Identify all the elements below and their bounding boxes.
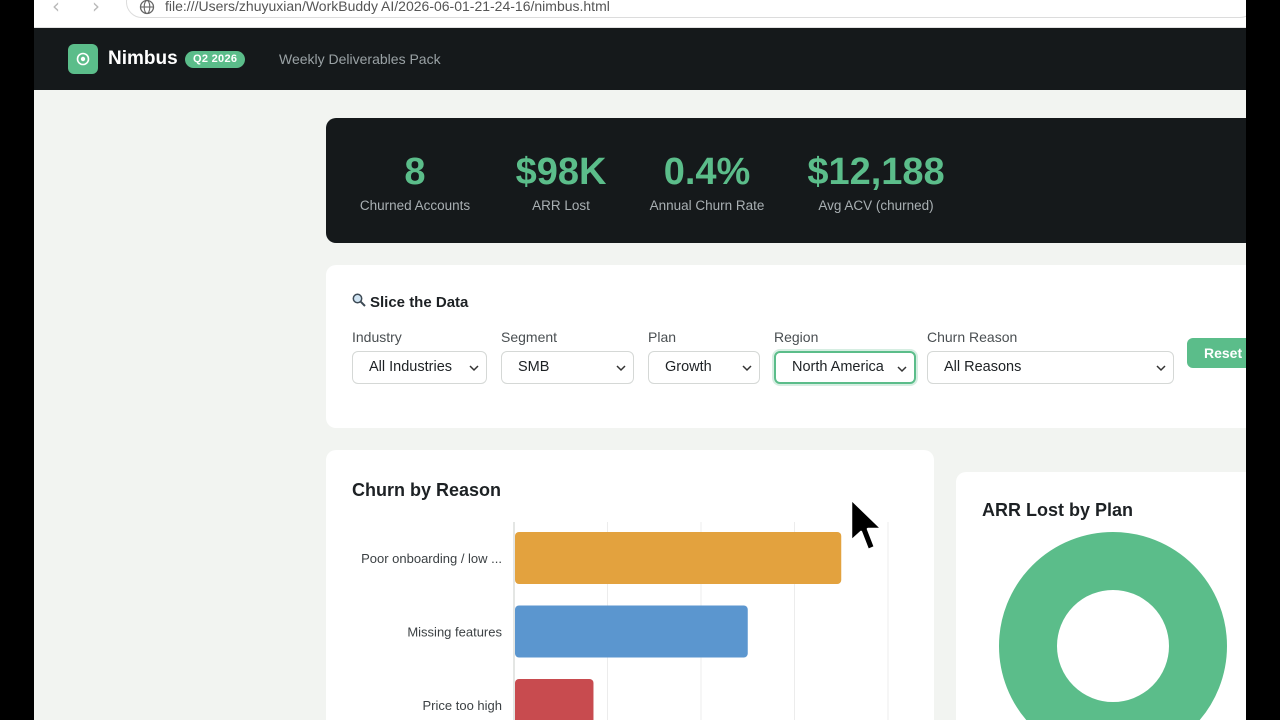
segment-filter: Segment SMB <box>501 329 634 384</box>
bar[interactable] <box>515 679 594 720</box>
app-header: Nimbus Q2 2026 Weekly Deliverables Pack <box>34 28 1246 90</box>
industry-select[interactable]: All Industries <box>352 351 487 384</box>
filter-card: Slice the Data Industry All Industries S… <box>326 265 1246 428</box>
address-bar[interactable]: file:///Users/zhuyuxian/WorkBuddy AI/202… <box>126 0 1246 18</box>
kpi-value: 0.4% <box>663 151 751 193</box>
churn-reason-value: All Reasons <box>944 359 1022 375</box>
churn-reason-filter: Churn Reason All Reasons <box>927 329 1174 384</box>
kpi-churned-accounts: 8 Churned Accounts <box>346 150 484 213</box>
region-label: Region <box>774 329 819 345</box>
kpi-label: Avg ACV (churned) <box>818 198 934 213</box>
churn-by-reason-card: Churn by Reason Poor onboarding / low ..… <box>326 450 934 720</box>
plan-filter: Plan Growth <box>648 329 760 384</box>
industry-filter: Industry All Industries <box>352 329 487 384</box>
category-label: Price too high <box>423 698 503 713</box>
region-value: North America <box>792 359 884 375</box>
segment-value: SMB <box>518 359 550 375</box>
globe-icon <box>139 0 155 15</box>
region-filter: Region North America <box>774 329 916 384</box>
donut-slice[interactable] <box>999 532 1227 720</box>
kpi-value: $98K <box>515 151 607 193</box>
kpi-arr-lost: $98K ARR Lost <box>506 150 616 213</box>
industry-label: Industry <box>352 329 402 345</box>
browser-toolbar: ‹ › file:///Users/zhuyuxian/WorkBuddy AI… <box>34 0 1246 28</box>
forward-icon[interactable]: › <box>92 0 100 18</box>
kpi-label: ARR Lost <box>532 198 590 213</box>
industry-value: All Industries <box>369 359 453 375</box>
url-text: file:///Users/zhuyuxian/WorkBuddy AI/202… <box>165 0 610 14</box>
plan-value: Growth <box>665 359 712 375</box>
region-select[interactable]: North America <box>774 351 916 384</box>
magnifier-icon <box>352 293 370 311</box>
kpi-value: 8 <box>404 151 426 193</box>
browser-window: ‹ › file:///Users/zhuyuxian/WorkBuddy AI… <box>34 0 1246 720</box>
churn-reason-label: Churn Reason <box>927 329 1018 345</box>
arr-lost-by-plan-chart <box>999 532 1227 720</box>
kpi-label: Annual Churn Rate <box>649 198 765 213</box>
segment-select[interactable]: SMB <box>501 351 634 384</box>
chevron-down-icon <box>1156 365 1166 372</box>
segment-label: Segment <box>501 329 558 345</box>
page-subtitle: Weekly Deliverables Pack <box>279 51 441 67</box>
mouse-cursor-icon <box>849 497 884 552</box>
back-icon[interactable]: ‹ <box>52 0 60 18</box>
plan-select[interactable]: Growth <box>648 351 760 384</box>
kpi-avg-acv: $12,188 Avg ACV (churned) <box>796 150 956 213</box>
churn-reason-select[interactable]: All Reasons <box>927 351 1174 384</box>
churn-by-reason-chart: Poor onboarding / low ... Missing feature… <box>361 522 889 720</box>
reset-button[interactable]: Reset <box>1187 338 1246 368</box>
plan-label: Plan <box>648 329 677 345</box>
kpi-label: Churned Accounts <box>359 198 471 213</box>
bar[interactable] <box>515 532 842 584</box>
chevron-down-icon <box>469 365 479 372</box>
quarter-badge: Q2 2026 <box>185 51 246 68</box>
category-label: Missing features <box>407 625 502 640</box>
category-label: Poor onboarding / low ... <box>361 551 502 566</box>
kpi-band: 8 Churned Accounts $98K ARR Lost 0.4% An… <box>326 118 1246 243</box>
target-icon <box>68 44 98 74</box>
filter-title: Slice the Data <box>352 293 468 311</box>
chevron-down-icon <box>616 365 626 372</box>
chevron-down-icon <box>742 365 752 372</box>
brand-name: Nimbus <box>108 48 178 69</box>
arr-lost-by-plan-card: ARR Lost by Plan <box>956 472 1246 720</box>
kpi-annual-churn-rate: 0.4% Annual Churn Rate <box>640 150 774 213</box>
chevron-down-icon <box>897 366 907 373</box>
bar[interactable] <box>515 605 748 658</box>
filter-title-text: Slice the Data <box>370 294 469 311</box>
kpi-value: $12,188 <box>807 151 945 193</box>
